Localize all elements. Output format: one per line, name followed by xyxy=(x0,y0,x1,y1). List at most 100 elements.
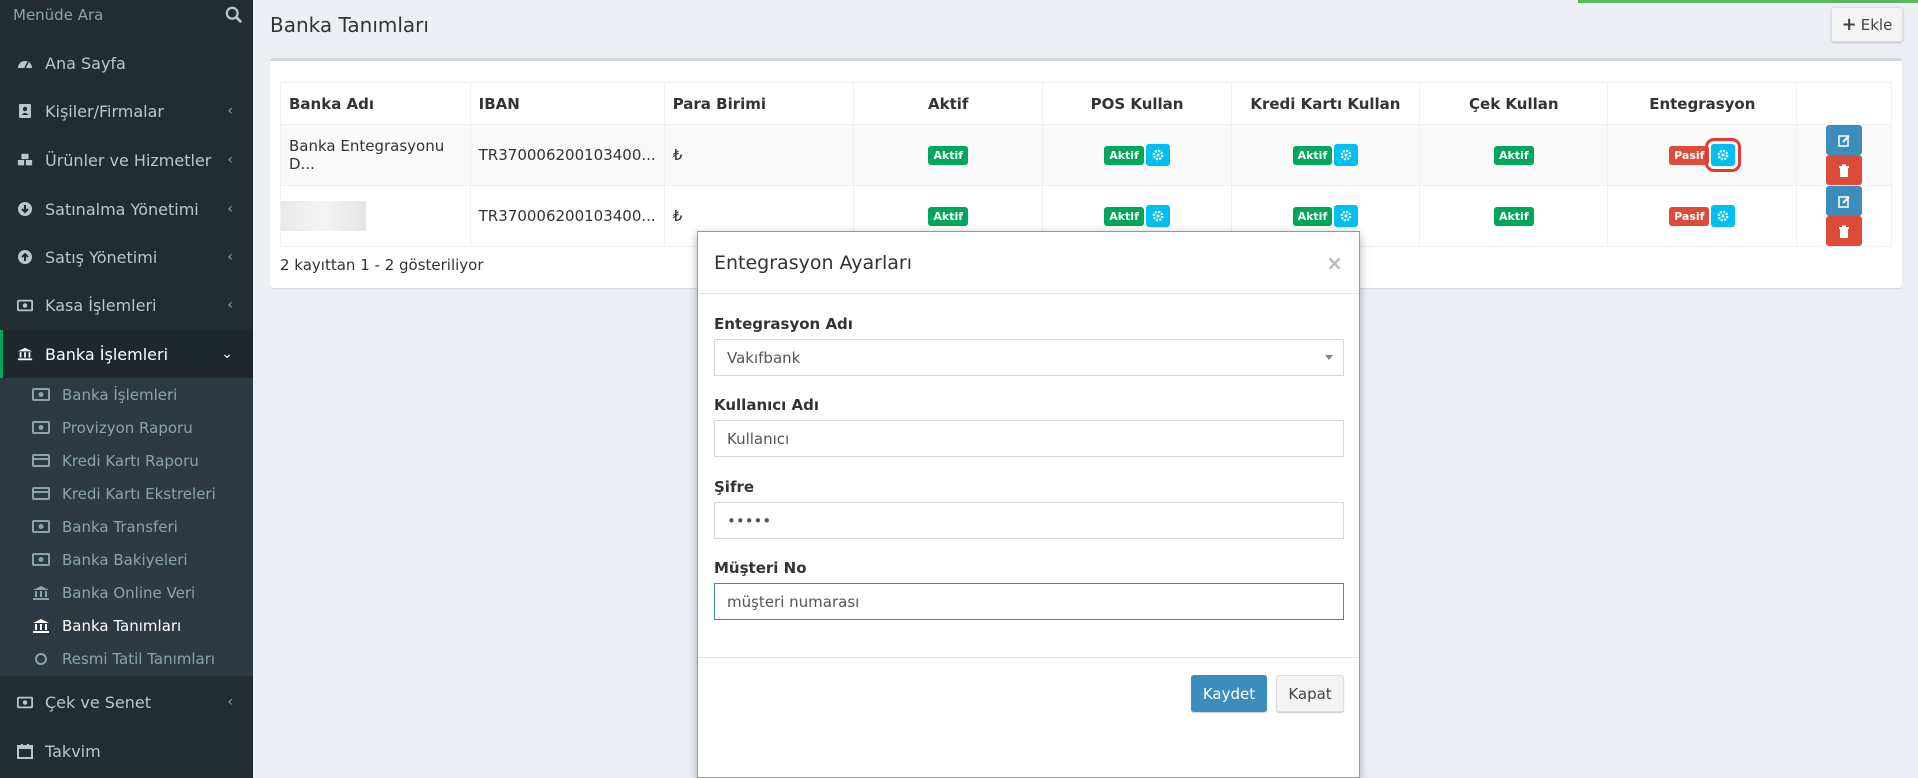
search-icon[interactable] xyxy=(225,6,243,24)
customer-no-field[interactable]: müşteri numarası xyxy=(714,583,1344,620)
notification-strip xyxy=(1578,0,1918,3)
customer-no-label: Müşteri No xyxy=(714,559,807,577)
col-header-iban[interactable]: IBAN xyxy=(469,82,665,125)
close-icon[interactable]: × xyxy=(1326,251,1343,275)
sidebar-search[interactable]: Menüde Ara xyxy=(0,0,253,30)
address-book-icon xyxy=(17,103,33,119)
save-button[interactable]: Kaydet xyxy=(1191,675,1267,712)
pos-settings-button[interactable] xyxy=(1145,205,1170,227)
sidebar-item-banka-islemleri[interactable]: Banka İşlemleri ⌄ xyxy=(0,330,253,378)
sidebar-item-satinalma[interactable]: Satınalma Yönetimi ‹ xyxy=(0,185,253,233)
status-badge: Aktif xyxy=(1493,145,1534,165)
delete-button[interactable] xyxy=(1826,155,1863,185)
add-button[interactable]: + Ekle xyxy=(1831,7,1903,42)
integration-settings-button[interactable] xyxy=(1705,138,1742,172)
cell-bank-name xyxy=(280,185,471,247)
money-icon xyxy=(32,520,50,534)
sub-item-kredi-karti-raporu[interactable]: Kredi Kartı Raporu xyxy=(0,444,253,477)
chevron-left-icon: ‹ xyxy=(227,694,233,710)
sub-item-banka-online-veri[interactable]: Banka Online Veri xyxy=(0,576,253,609)
chevron-left-icon: ‹ xyxy=(227,201,233,217)
edit-button[interactable] xyxy=(1826,125,1863,155)
gear-icon xyxy=(1152,210,1164,222)
integration-name-select[interactable]: Vakıfbank xyxy=(714,339,1344,376)
sidebar: Menüde Ara Ana Sayfa Kişiler/Firmalar ‹ … xyxy=(0,0,253,778)
circle-icon xyxy=(32,652,50,666)
sidebar-item-ana-sayfa[interactable]: Ana Sayfa xyxy=(0,39,253,87)
cell-actions xyxy=(1796,124,1892,186)
chevron-left-icon: ‹ xyxy=(227,249,233,265)
modal-title: Entegrasyon Ayarları xyxy=(714,251,912,274)
cell-currency: ₺ xyxy=(663,124,855,186)
col-header-credit-card[interactable]: Kredi Kartı Kullan xyxy=(1230,82,1421,125)
pos-settings-button[interactable] xyxy=(1145,144,1170,166)
credit-card-icon xyxy=(32,454,50,468)
dashboard-icon xyxy=(17,55,33,71)
sub-item-banka-islemleri[interactable]: Banka İşlemleri xyxy=(0,378,253,411)
sidebar-search-input[interactable]: Menüde Ara xyxy=(13,6,103,24)
bank-table: Banka Adı IBAN Para Birimi Aktif POS Kul… xyxy=(280,82,1892,247)
chevron-left-icon: ‹ xyxy=(227,297,233,313)
status-badge: Aktif xyxy=(928,145,969,165)
password-field[interactable]: ••••• xyxy=(714,502,1344,539)
gear-icon xyxy=(1718,149,1729,161)
arrow-circle-up-icon xyxy=(17,249,33,265)
trash-icon xyxy=(1839,164,1850,177)
cell-actions xyxy=(1796,185,1892,247)
cell-cheque: Aktif xyxy=(1419,124,1609,186)
sidebar-item-satis[interactable]: Satış Yönetimi ‹ xyxy=(0,233,253,281)
card-settings-button[interactable] xyxy=(1334,144,1359,166)
col-header-pos[interactable]: POS Kullan xyxy=(1042,82,1232,125)
edit-icon xyxy=(1837,134,1850,147)
edit-button[interactable] xyxy=(1826,186,1863,216)
cell-bank-name: Banka Entegrasyonu D... xyxy=(280,124,471,186)
sidebar-item-kasa[interactable]: Kasa İşlemleri ‹ xyxy=(0,281,253,329)
integration-settings-modal: Entegrasyon Ayarları × Entegrasyon Adı V… xyxy=(697,231,1360,778)
col-header-integration[interactable]: Entegrasyon xyxy=(1607,82,1798,125)
sub-item-resmi-tatil[interactable]: Resmi Tatil Tanımları xyxy=(0,642,253,675)
delete-button[interactable] xyxy=(1826,216,1863,246)
col-header-active[interactable]: Aktif xyxy=(853,82,1044,125)
cancel-button[interactable]: Kapat xyxy=(1276,675,1344,712)
gear-icon xyxy=(1718,210,1729,222)
money-icon xyxy=(32,553,50,567)
money-icon xyxy=(17,297,33,313)
status-badge: Aktif xyxy=(1292,145,1333,165)
bank-icon xyxy=(32,618,50,633)
cell-credit-card: Aktif xyxy=(1230,124,1421,186)
password-label: Şifre xyxy=(714,478,755,496)
col-header-cheque[interactable]: Çek Kullan xyxy=(1419,82,1609,125)
sub-item-kredi-karti-ekstreleri[interactable]: Kredi Kartı Ekstreleri xyxy=(0,477,253,510)
money-icon xyxy=(32,388,50,402)
username-field[interactable]: Kullanıcı xyxy=(714,420,1344,457)
col-header-bank-name[interactable]: Banka Adı xyxy=(280,82,471,125)
redacted-bank-name xyxy=(281,201,366,231)
plus-icon: + xyxy=(1841,14,1857,35)
sidebar-item-kisiler-firmalar[interactable]: Kişiler/Firmalar ‹ xyxy=(0,87,253,135)
sub-item-banka-bakiyeleri[interactable]: Banka Bakiyeleri xyxy=(0,543,253,576)
username-label: Kullanıcı Adı xyxy=(714,396,820,414)
edit-icon xyxy=(1837,195,1850,208)
cubes-icon xyxy=(17,152,33,168)
gear-icon xyxy=(1152,149,1164,161)
cell-integration: Pasif xyxy=(1607,185,1798,247)
table-header-row: Banka Adı IBAN Para Birimi Aktif POS Kul… xyxy=(280,82,1892,125)
chevron-left-icon: ‹ xyxy=(227,152,233,168)
status-badge: Pasif xyxy=(1669,206,1710,226)
cell-pos: Aktif xyxy=(1042,124,1232,186)
sidebar-item-takvim[interactable]: Takvim xyxy=(0,727,253,775)
integration-name-label: Entegrasyon Adı xyxy=(714,315,853,333)
modal-footer: Kaydet Kapat xyxy=(698,657,1359,777)
card-settings-button[interactable] xyxy=(1334,205,1359,227)
col-header-currency[interactable]: Para Birimi xyxy=(663,82,855,125)
sub-item-banka-tanimlari[interactable]: Banka Tanımları xyxy=(0,609,253,642)
integration-settings-button[interactable] xyxy=(1711,205,1736,227)
sub-item-provizyon-raporu[interactable]: Provizyon Raporu xyxy=(0,411,253,444)
sidebar-item-urunler[interactable]: Ürünler ve Hizmetler ‹ xyxy=(0,136,253,184)
sub-item-banka-transferi[interactable]: Banka Transferi xyxy=(0,510,253,543)
submenu-banka-islemleri: Banka İşlemleri Provizyon Raporu Kredi K… xyxy=(0,378,253,676)
sidebar-item-cek-senet[interactable]: Çek ve Senet ‹ xyxy=(0,678,253,726)
money-icon xyxy=(17,694,33,710)
table-row: Banka Entegrasyonu D... TR37000620010340… xyxy=(280,124,1892,186)
chevron-left-icon: ‹ xyxy=(227,103,233,119)
